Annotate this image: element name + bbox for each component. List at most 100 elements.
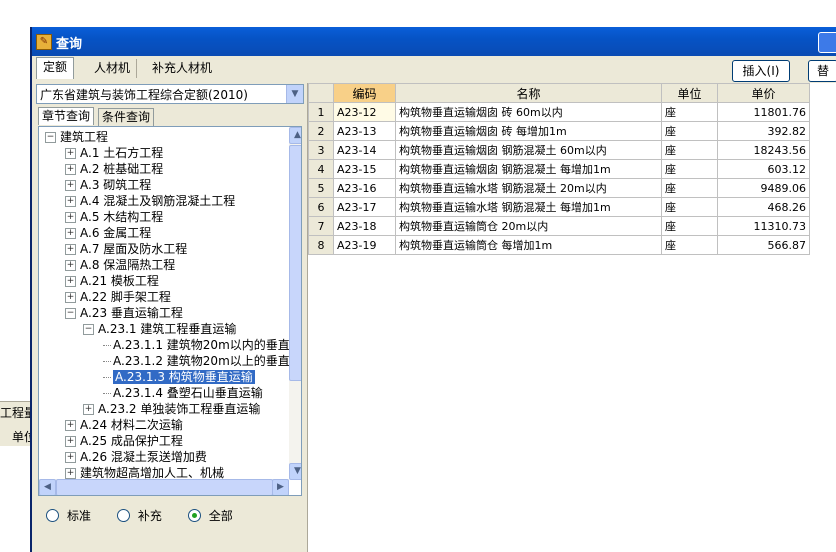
tree-node-label: A.4 混凝土及钢筋混凝土工程: [80, 194, 236, 208]
tree-node[interactable]: − A.23.1 建筑工程垂直运输: [83, 321, 236, 337]
expand-icon[interactable]: +: [65, 292, 76, 303]
scroll-thumb[interactable]: [289, 145, 301, 381]
tree-connector: [103, 361, 111, 362]
quota-library-select[interactable]: 广东省建筑与装饰工程综合定额(2010) ▼: [36, 84, 304, 104]
radio-all[interactable]: [187, 509, 201, 522]
column-header-price[interactable]: 单价: [717, 83, 810, 103]
scroll-up-icon[interactable]: ▲: [289, 127, 301, 144]
tab-condition-search[interactable]: 条件查询: [98, 108, 155, 126]
tree-node[interactable]: + A.22 脚手架工程: [65, 289, 171, 305]
column-header-name[interactable]: 名称: [395, 83, 662, 103]
expand-icon[interactable]: +: [65, 468, 76, 479]
table-row[interactable]: 8 A23-19 构筑物垂直运输筒仓 每增加1m 座 566.87: [308, 235, 810, 255]
tree-node[interactable]: + A.23.2 单独装饰工程垂直运输: [83, 401, 260, 417]
tree-vertical-scrollbar[interactable]: ▲ ▼: [289, 127, 301, 480]
table-row[interactable]: 4 A23-15 构筑物垂直运输烟囱 钢筋混凝土 每增加1m 座 603.12: [308, 159, 810, 179]
tree-node[interactable]: A.23.1.2 建筑物20m以上的垂直: [103, 353, 290, 369]
table-row[interactable]: 7 A23-18 构筑物垂直运输筒仓 20m以内座 11310.73: [308, 216, 810, 236]
table-row[interactable]: 2 A23-13 构筑物垂直运输烟囱 砖 每增加1m 座 392.82: [308, 121, 810, 141]
tree-node-label: 建筑工程: [60, 130, 109, 144]
app-icon: ✎: [36, 34, 52, 50]
column-header-unit[interactable]: 单位: [661, 83, 718, 103]
expand-icon[interactable]: +: [65, 196, 76, 207]
insert-button[interactable]: 插入(I): [732, 60, 790, 82]
main-tabs: 定额 人材机 补充人材机: [32, 56, 836, 80]
tree-node[interactable]: + A.25 成品保护工程: [65, 433, 183, 449]
collapse-icon[interactable]: −: [45, 132, 56, 143]
radio-supplementary[interactable]: [116, 509, 130, 522]
expand-icon[interactable]: +: [83, 404, 94, 415]
tab-quota[interactable]: 定额: [36, 57, 75, 79]
column-header-code[interactable]: 编码: [333, 83, 396, 103]
tree-node[interactable]: + A.8 保温隔热工程: [65, 257, 175, 273]
name-cell: 构筑物垂直运输烟囱 砖 60m以内: [395, 102, 662, 122]
tree-node[interactable]: + A.5 木结构工程: [65, 209, 163, 225]
tree-node-label: 建筑物超高增加人工、机械: [80, 466, 225, 480]
tree-node[interactable]: A.23.1.3 构筑物垂直运输: [103, 369, 255, 385]
radio-standard[interactable]: [46, 509, 59, 522]
scroll-right-icon[interactable]: ▶: [272, 479, 289, 495]
tree-connector: [103, 393, 111, 394]
quota-table: 编码 名称 单位 单价 1 A23-12 构筑物垂直运输烟囱 砖 60m以内座 118…: [308, 83, 810, 255]
code-cell: A23-12: [333, 102, 396, 122]
tab-chapter-search[interactable]: 章节查询: [38, 107, 95, 125]
expand-icon[interactable]: +: [65, 148, 76, 159]
code-cell: A23-14: [333, 140, 396, 160]
expand-icon[interactable]: +: [65, 436, 76, 447]
expand-icon[interactable]: +: [65, 276, 76, 287]
collapse-icon[interactable]: −: [83, 324, 94, 335]
tree-connector: [103, 377, 111, 378]
expand-icon[interactable]: +: [65, 180, 76, 191]
name-cell: 构筑物垂直运输烟囱 砖 每增加1m: [395, 121, 662, 141]
tree-node[interactable]: + A.4 混凝土及钢筋混凝土工程: [65, 193, 235, 209]
quota-library-value: 广东省建筑与装饰工程综合定额(2010): [40, 88, 248, 102]
expand-icon[interactable]: +: [65, 260, 76, 271]
scroll-left-icon[interactable]: ◀: [39, 479, 56, 495]
name-cell: 构筑物垂直运输烟囱 钢筋混凝土 每增加1m: [395, 159, 662, 179]
expand-icon[interactable]: +: [65, 420, 76, 431]
expand-icon[interactable]: +: [65, 228, 76, 239]
scroll-down-icon[interactable]: ▼: [289, 463, 301, 480]
unit-cell: 座: [661, 121, 718, 141]
tree-node[interactable]: + A.3 砌筑工程: [65, 177, 151, 193]
tree-node[interactable]: A.23.1.1 建筑物20m以内的垂直: [103, 337, 290, 353]
tree-node[interactable]: − A.23 垂直运输工程: [65, 305, 183, 321]
expand-icon[interactable]: +: [65, 452, 76, 463]
tree-node[interactable]: − 建筑工程: [45, 129, 108, 145]
row-number-header: [308, 83, 334, 103]
tab-supplementary[interactable]: 补充人材机: [146, 59, 218, 78]
query-window: ✎ 查询 定额 人材机 补充人材机 广东省建筑与装饰工程综合定额(2010) ▼…: [30, 27, 836, 552]
collapse-icon[interactable]: −: [65, 308, 76, 319]
expand-icon[interactable]: +: [65, 244, 76, 255]
tree-node[interactable]: + A.26 混凝土泵送增加费: [65, 449, 207, 465]
table-row[interactable]: 6 A23-17 构筑物垂直运输水塔 钢筋混凝土 每增加1m 座 468.26: [308, 197, 810, 217]
minimize-button[interactable]: [818, 32, 836, 53]
unit-cell: 座: [661, 235, 718, 255]
tree-node[interactable]: + A.24 材料二次运输: [65, 417, 183, 433]
replace-button[interactable]: 替: [808, 60, 836, 82]
title-bar[interactable]: ✎ 查询: [32, 27, 836, 56]
horizontal-scroll-thumb[interactable]: [56, 479, 273, 495]
table-row[interactable]: 1 A23-12 构筑物垂直运输烟囱 砖 60m以内座 11801.76: [308, 102, 810, 122]
expand-icon[interactable]: +: [65, 164, 76, 175]
price-cell: 11310.73: [717, 216, 810, 236]
chapter-tree: − 建筑工程 + A.1 土石方工程 + A.2 桩基础工程 + A.3 砌筑工程 + A.4 混…: [38, 126, 302, 496]
expand-icon[interactable]: +: [65, 212, 76, 223]
tree-node[interactable]: + A.6 金属工程: [65, 225, 151, 241]
tree-node-label: A.7 屋面及防水工程: [80, 242, 188, 256]
tree-node[interactable]: A.23.1.4 叠塑石山垂直运输: [103, 385, 263, 401]
chevron-down-icon[interactable]: ▼: [286, 85, 303, 103]
tree-node[interactable]: + A.21 模板工程: [65, 273, 159, 289]
tree-node[interactable]: + A.2 桩基础工程: [65, 161, 163, 177]
tree-node[interactable]: + A.1 土石方工程: [65, 145, 163, 161]
tree-horizontal-scrollbar[interactable]: ◀ ▶: [39, 479, 289, 495]
tree-node[interactable]: + A.7 屋面及防水工程: [65, 241, 187, 257]
tree-node-label: A.23 垂直运输工程: [80, 306, 183, 320]
tree-node-label: A.3 砌筑工程: [80, 178, 152, 192]
tab-labor-material-machine[interactable]: 人材机: [88, 59, 138, 78]
table-row[interactable]: 5 A23-16 构筑物垂直运输水塔 钢筋混凝土 20m以内座 9489.06: [308, 178, 810, 198]
price-cell: 18243.56: [717, 140, 810, 160]
price-cell: 9489.06: [717, 178, 810, 198]
tree-node-label: A.25 成品保护工程: [80, 434, 183, 448]
table-row[interactable]: 3 A23-14 构筑物垂直运输烟囱 钢筋混凝土 60m以内座 18243.56: [308, 140, 810, 160]
